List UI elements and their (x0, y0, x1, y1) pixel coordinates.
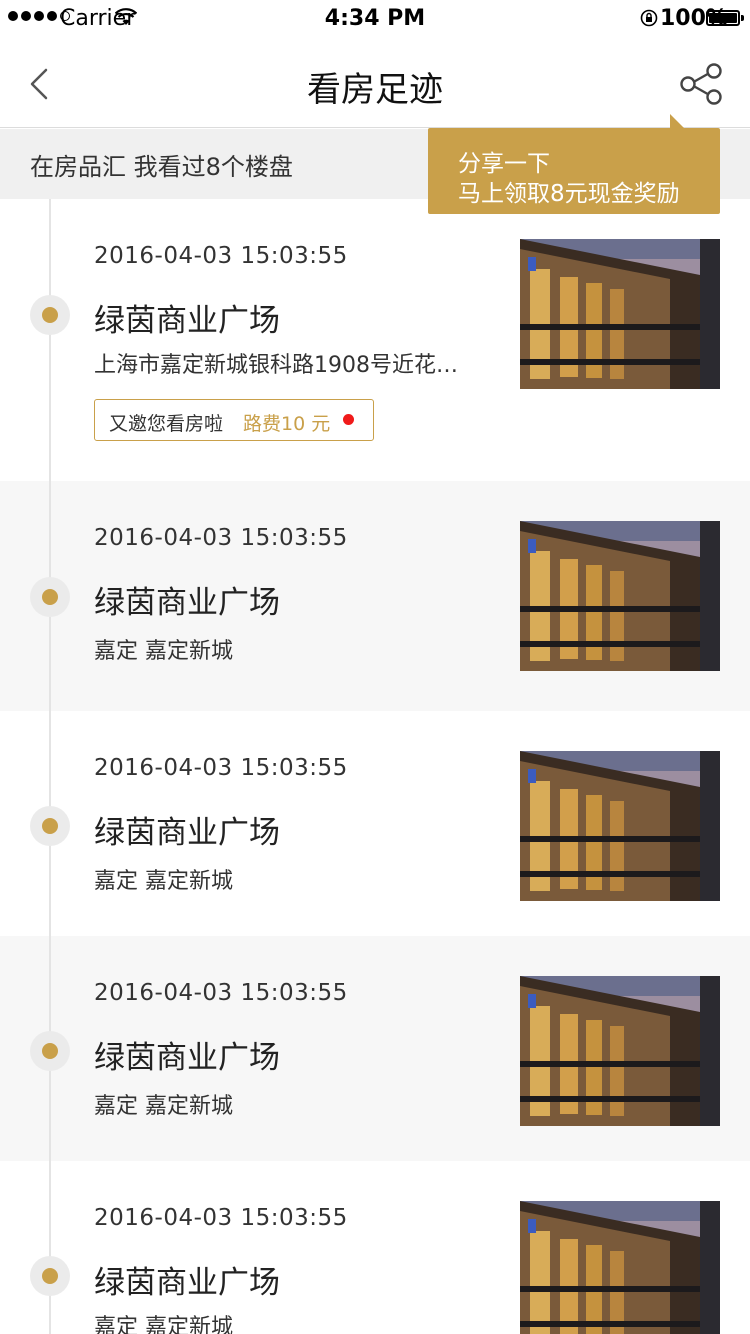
visit-date: 2016-04-03 15:03:55 (94, 980, 348, 1006)
visit-date: 2016-04-03 15:03:55 (94, 525, 348, 551)
building-image (520, 239, 720, 389)
invite-tag-fee: 路费10 元 (243, 413, 331, 435)
timeline-dot-icon (30, 1031, 70, 1071)
property-address: 上海市嘉定新城银科路1908号近花… (94, 353, 458, 378)
building-image (520, 751, 720, 901)
property-thumbnail[interactable] (520, 751, 720, 901)
share-icon[interactable] (678, 62, 724, 106)
list-item[interactable]: 2016-04-03 15:03:55 绿茵商业广场 嘉定 嘉定新城 (0, 481, 750, 711)
summary-text: 在房品汇 我看过8个楼盘 (30, 153, 293, 181)
timeline-dot-icon (30, 295, 70, 335)
property-name: 绿茵商业广场 (94, 815, 280, 851)
tooltip-line-2: 马上领取8元现金奖励 (458, 181, 680, 207)
property-thumbnail[interactable] (520, 239, 720, 389)
visit-date: 2016-04-03 15:03:55 (94, 1205, 348, 1231)
nav-bar: 看房足迹 (0, 40, 750, 128)
page-title: 看房足迹 (307, 70, 443, 110)
red-dot-icon (343, 414, 354, 425)
property-address: 嘉定 嘉定新城 (94, 639, 233, 664)
building-image (520, 976, 720, 1126)
tooltip-line-1: 分享一下 (458, 151, 550, 177)
invite-tag[interactable]: 又邀您看房啦 路费10 元 (94, 399, 374, 441)
visit-date: 2016-04-03 15:03:55 (94, 755, 348, 781)
rotation-lock-icon (640, 9, 658, 27)
list-item[interactable]: 2016-04-03 15:03:55 绿茵商业广场 嘉定 嘉定新城 (0, 711, 750, 936)
property-name: 绿茵商业广场 (94, 1265, 280, 1301)
clock: 4:34 PM (324, 6, 426, 31)
share-reward-tooltip[interactable]: 分享一下 马上领取8元现金奖励 (428, 114, 720, 214)
building-image (520, 521, 720, 671)
property-thumbnail[interactable] (520, 1201, 720, 1334)
visit-date: 2016-04-03 15:03:55 (94, 243, 348, 269)
battery-icon (706, 10, 744, 26)
timeline-dot-icon (30, 1256, 70, 1296)
property-address: 嘉定 嘉定新城 (94, 869, 233, 894)
timeline-dot-icon (30, 806, 70, 846)
status-bar: Carrier 4:34 PM 100% (0, 0, 750, 40)
property-name: 绿茵商业广场 (94, 585, 280, 621)
building-image (520, 1201, 720, 1334)
list-item[interactable]: 2016-04-03 15:03:55 绿茵商业广场 嘉定 嘉定新城 (0, 1161, 750, 1334)
property-name: 绿茵商业广场 (94, 303, 280, 339)
property-address: 嘉定 嘉定新城 (94, 1315, 233, 1334)
property-thumbnail[interactable] (520, 521, 720, 671)
property-thumbnail[interactable] (520, 976, 720, 1126)
timeline-line (49, 199, 51, 1334)
list-item[interactable]: 2016-04-03 15:03:55 绿茵商业广场 上海市嘉定新城银科路190… (0, 199, 750, 481)
list-item[interactable]: 2016-04-03 15:03:55 绿茵商业广场 嘉定 嘉定新城 (0, 936, 750, 1161)
invite-tag-text: 又邀您看房啦 (109, 413, 224, 435)
timeline-dot-icon (30, 577, 70, 617)
property-address: 嘉定 嘉定新城 (94, 1094, 233, 1119)
property-name: 绿茵商业广场 (94, 1040, 280, 1076)
